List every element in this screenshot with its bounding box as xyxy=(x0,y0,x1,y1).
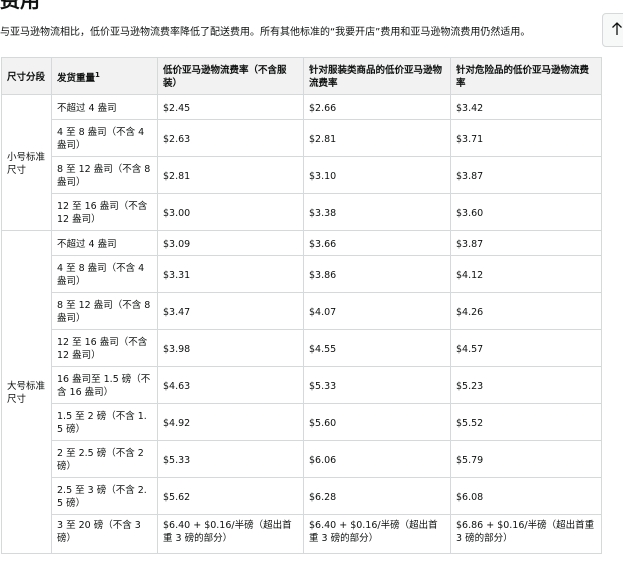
dangerous-cell: $6.08 xyxy=(450,477,602,515)
weight-cell: 2 至 2.5 磅（不含 2 磅） xyxy=(51,440,158,478)
apparel-cell: $3.66 xyxy=(303,230,451,256)
low-price-cell: $2.63 xyxy=(157,119,304,157)
footnote-marker[interactable]: 1 xyxy=(95,71,100,79)
apparel-cell: $3.10 xyxy=(303,156,451,194)
header-weight: 发货重量1 xyxy=(51,57,158,95)
apparel-cell: $3.38 xyxy=(303,193,451,231)
apparel-cell: $2.66 xyxy=(303,94,451,120)
table-row: 8 至 12 盎司（不含 8 盎司） $3.47 $4.07 $4.26 xyxy=(2,292,602,330)
weight-cell: 1.5 至 2 磅（不含 1.5 磅） xyxy=(51,403,158,441)
table-row: 2.5 至 3 磅（不含 2.5 磅） $5.62 $6.28 $6.08 xyxy=(2,477,602,515)
apparel-cell: $5.60 xyxy=(303,403,451,441)
table-header-row: 尺寸分段 发货重量1 低价亚马逊物流费率（不含服装） 针对服装类商品的低价亚马逊… xyxy=(1,57,602,95)
weight-cell: 12 至 16 盎司（不含 12 盎司） xyxy=(51,329,158,367)
dangerous-cell: $4.26 xyxy=(450,292,602,330)
low-price-cell: $5.33 xyxy=(157,440,304,478)
apparel-cell: $6.06 xyxy=(303,440,451,478)
low-price-cell: $5.62 xyxy=(157,477,304,515)
low-price-cell: $4.92 xyxy=(157,403,304,441)
weight-cell: 不超过 4 盎司 xyxy=(51,230,158,256)
low-price-cell: $2.45 xyxy=(157,94,304,120)
weight-cell: 3 至 20 磅（不含 3 磅） xyxy=(51,514,158,554)
dangerous-cell: $4.12 xyxy=(450,255,602,293)
arrow-up-icon xyxy=(612,22,622,35)
weight-cell: 4 至 8 盎司（不含 4 盎司） xyxy=(51,119,158,157)
low-price-cell: $3.09 xyxy=(157,230,304,256)
weight-cell: 不超过 4 盎司 xyxy=(51,94,158,120)
header-low-price: 低价亚马逊物流费率（不含服装） xyxy=(157,57,304,95)
weight-cell: 16 盎司至 1.5 磅（不含 16 盎司） xyxy=(51,366,158,404)
header-size: 尺寸分段 xyxy=(1,57,52,95)
table-row: 4 至 8 盎司（不含 4 盎司） $2.63 $2.81 $3.71 xyxy=(2,119,602,157)
dangerous-cell: $3.71 xyxy=(450,119,602,157)
table-row: 16 盎司至 1.5 磅（不含 16 盎司） $4.63 $5.33 $5.23 xyxy=(2,366,602,404)
table-row: 小号标准尺寸 不超过 4 盎司 $2.45 $2.66 $3.42 xyxy=(1,94,602,231)
table-row: 2 至 2.5 磅（不含 2 磅） $5.33 $6.06 $5.79 xyxy=(2,440,602,478)
apparel-cell: $4.07 xyxy=(303,292,451,330)
dangerous-cell: $3.60 xyxy=(450,193,602,231)
low-price-cell: $6.40 + $0.16/半磅（超出首重 3 磅的部分） xyxy=(157,514,304,554)
table-row: 大号标准尺寸 不超过 4 盎司 $3.09 $3.66 $3.87 xyxy=(1,230,602,554)
dangerous-cell: $4.57 xyxy=(450,329,602,367)
apparel-cell: $5.33 xyxy=(303,366,451,404)
table-row: 12 至 16 盎司（不含 12 盎司） $3.00 $3.38 $3.60 xyxy=(2,193,602,231)
apparel-cell: $3.86 xyxy=(303,255,451,293)
intro-text: 与亚马逊物流相比，低价亚马逊物流费率降低了配送费用。所有其他标准的“我要开店”费… xyxy=(0,27,531,38)
dangerous-cell: $5.79 xyxy=(450,440,602,478)
low-price-cell: $3.98 xyxy=(157,329,304,367)
table-row: 8 至 12 盎司（不含 8 盎司） $2.81 $3.10 $3.87 xyxy=(2,156,602,194)
table-row: 3 至 20 磅（不含 3 磅） $6.40 + $0.16/半磅（超出首重 3… xyxy=(2,514,602,554)
apparel-cell: $6.40 + $0.16/半磅（超出首重 3 磅的部分） xyxy=(303,514,451,554)
fee-table: 尺寸分段 发货重量1 低价亚马逊物流费率（不含服装） 针对服装类商品的低价亚马逊… xyxy=(1,57,602,554)
dangerous-cell: $3.87 xyxy=(450,230,602,256)
apparel-cell: $6.28 xyxy=(303,477,451,515)
apparel-cell: $4.55 xyxy=(303,329,451,367)
low-price-cell: $3.31 xyxy=(157,255,304,293)
dangerous-cell: $5.52 xyxy=(450,403,602,441)
weight-cell: 4 至 8 盎司（不含 4 盎司） xyxy=(51,255,158,293)
low-price-cell: $3.47 xyxy=(157,292,304,330)
weight-cell: 8 至 12 盎司（不含 8 盎司） xyxy=(51,292,158,330)
apparel-cell: $2.81 xyxy=(303,119,451,157)
dangerous-cell: $6.86 + $0.16/半磅（超出首重 3 磅的部分） xyxy=(450,514,602,554)
dangerous-cell: $3.87 xyxy=(450,156,602,194)
page-title: 费用 xyxy=(0,0,40,12)
size-tier-small-standard: 小号标准尺寸 xyxy=(1,94,52,231)
weight-cell: 12 至 16 盎司（不含 12 盎司） xyxy=(51,193,158,231)
header-apparel: 针对服装类商品的低价亚马逊物流费率 xyxy=(303,57,451,95)
size-tier-large-standard: 大号标准尺寸 xyxy=(1,230,52,554)
header-dangerous: 针对危险品的低价亚马逊物流费率 xyxy=(450,57,602,95)
low-price-cell: $3.00 xyxy=(157,193,304,231)
dangerous-cell: $3.42 xyxy=(450,94,602,120)
low-price-cell: $2.81 xyxy=(157,156,304,194)
table-row: 1.5 至 2 磅（不含 1.5 磅） $4.92 $5.60 $5.52 xyxy=(2,403,602,441)
weight-cell: 8 至 12 盎司（不含 8 盎司） xyxy=(51,156,158,194)
table-row: 4 至 8 盎司（不含 4 盎司） $3.31 $3.86 $4.12 xyxy=(2,255,602,293)
low-price-cell: $4.63 xyxy=(157,366,304,404)
scroll-to-top-button[interactable] xyxy=(602,13,623,47)
weight-cell: 2.5 至 3 磅（不含 2.5 磅） xyxy=(51,477,158,515)
table-row: 12 至 16 盎司（不含 12 盎司） $3.98 $4.55 $4.57 xyxy=(2,329,602,367)
dangerous-cell: $5.23 xyxy=(450,366,602,404)
